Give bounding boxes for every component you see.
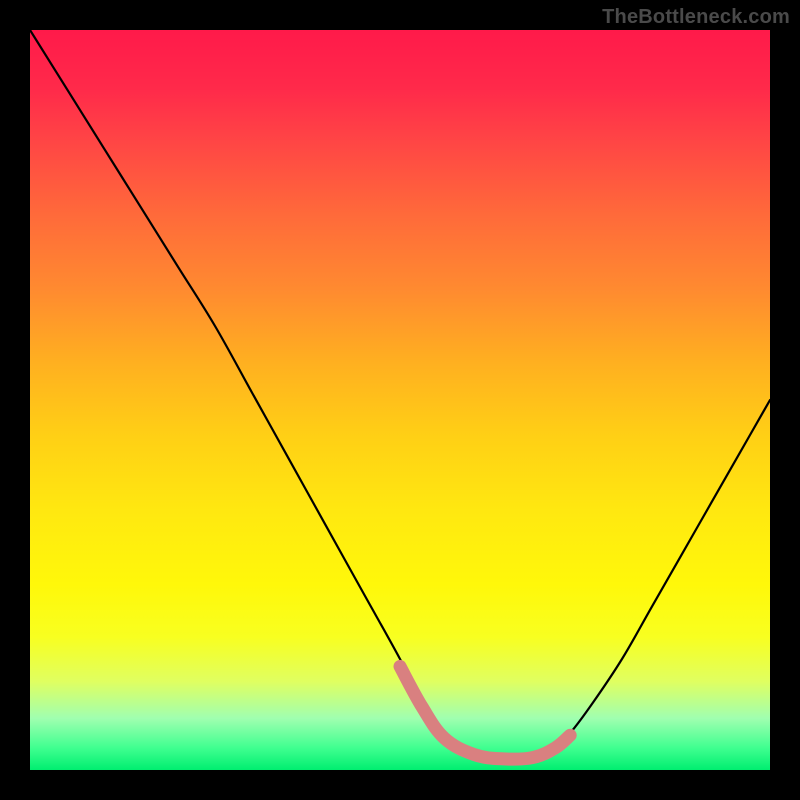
plot-area (30, 30, 770, 770)
bottleneck-curve (30, 30, 770, 758)
optimal-band (400, 666, 570, 759)
curve-svg (30, 30, 770, 770)
watermark-text: TheBottleneck.com (602, 6, 790, 29)
chart-container: TheBottleneck.com (0, 0, 800, 800)
